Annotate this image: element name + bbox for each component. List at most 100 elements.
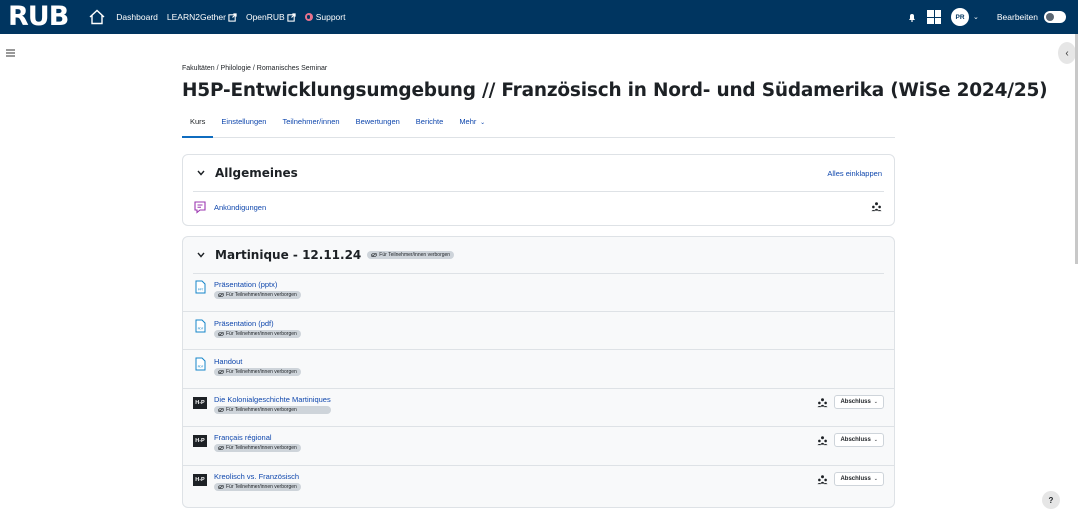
activity-item: H-P Kreolisch vs. Französisch Für Teilne…	[193, 472, 884, 491]
group-mode-icon[interactable]	[817, 474, 828, 485]
activity-item: PPT Präsentation (pptx) Für Teilnehmer/i…	[193, 280, 884, 299]
eye-slash-icon	[218, 293, 224, 297]
activity-divider	[183, 426, 894, 427]
user-avatar[interactable]: PR	[951, 8, 969, 26]
chevron-down-icon: ⌄	[873, 399, 878, 405]
collapse-all-link[interactable]: Alles einklappen	[827, 169, 882, 178]
eye-slash-icon	[218, 370, 224, 374]
completion-dropdown[interactable]: Abschluss ⌄	[834, 395, 884, 409]
home-icon[interactable]	[88, 8, 106, 26]
h5p-icon: H-P	[193, 435, 207, 447]
nav-openrub[interactable]: OpenRUB	[246, 12, 296, 22]
primary-navigation: Dashboard LEARN2Gether OpenRUB Support	[116, 12, 354, 22]
section-title[interactable]: Allgemeines	[215, 166, 298, 180]
eye-slash-icon	[218, 408, 224, 412]
hidden-badge: Für Teilnehmer/innen verborgen	[214, 291, 301, 299]
hidden-badge: Für Teilnehmer/innen verborgen	[367, 251, 455, 259]
activity-name[interactable]: Kreolisch vs. Französisch	[214, 472, 301, 481]
section-header: Martinique - 12.11.24 Für Teilnehmer/inn…	[193, 237, 455, 273]
tab-teilnehmer[interactable]: Teilnehmer/innen	[274, 112, 347, 138]
activity-body: Die Kolonialgeschichte Martiniques Für T…	[214, 395, 331, 414]
tab-berichte[interactable]: Berichte	[408, 112, 452, 138]
section-collapse-toggle[interactable]	[193, 247, 209, 263]
h5p-icon: H-P	[193, 397, 207, 409]
pptx-file-icon: PPT	[195, 280, 206, 294]
apps-grid-icon[interactable]	[927, 10, 941, 24]
pdf-file-icon: PDF	[195, 319, 206, 333]
chevron-down-icon[interactable]: ⌄	[973, 13, 979, 21]
activity-body: Français régional Für Teilnehmer/innen v…	[214, 433, 301, 452]
tab-mehr[interactable]: Mehr ⌄	[451, 112, 493, 138]
chevron-down-icon: ⌄	[873, 476, 878, 482]
h5p-icon: H-P	[193, 474, 207, 486]
section-title[interactable]: Martinique - 12.11.24	[215, 248, 361, 262]
activity-name[interactable]: Die Kolonialgeschichte Martiniques	[214, 395, 331, 404]
page-title: H5P-Entwicklungsumgebung // Französisch …	[182, 80, 1048, 101]
course-section-allgemeines: Allgemeines Alles einklappen Ankündigung…	[182, 154, 895, 226]
activity-name[interactable]: Präsentation (pdf)	[214, 319, 301, 328]
site-logo[interactable]: RUB	[8, 0, 69, 34]
section-divider	[193, 191, 884, 192]
nav-learn2gether[interactable]: LEARN2Gether	[167, 12, 237, 22]
hidden-badge: Für Teilnehmer/innen verborgen	[214, 406, 331, 414]
section-collapse-toggle[interactable]	[193, 165, 209, 181]
breadcrumb-item[interactable]: Fakultäten	[182, 65, 215, 72]
activity-divider	[183, 388, 894, 389]
svg-text:PDF: PDF	[198, 327, 204, 331]
activity-actions	[871, 201, 882, 212]
section-divider	[193, 273, 884, 274]
activity-name[interactable]: Präsentation (pptx)	[214, 280, 301, 289]
hidden-badge: Für Teilnehmer/innen verborgen	[214, 483, 301, 491]
course-section-martinique: Martinique - 12.11.24 Für Teilnehmer/inn…	[182, 236, 895, 508]
activity-item: Ankündigungen	[193, 200, 884, 214]
activity-body: Präsentation (pdf) Für Teilnehmer/innen …	[214, 319, 301, 338]
completion-dropdown[interactable]: Abschluss ⌄	[834, 472, 884, 486]
activity-name[interactable]: Ankündigungen	[214, 203, 266, 212]
section-header: Allgemeines	[193, 155, 298, 191]
hidden-badge: Für Teilnehmer/innen verborgen	[214, 368, 301, 376]
block-drawer-toggle[interactable]: ‹	[1058, 42, 1076, 64]
chevron-down-icon: ⌄	[873, 437, 878, 443]
breadcrumb-item[interactable]: Philologie	[221, 65, 251, 72]
tab-kurs[interactable]: Kurs	[182, 112, 214, 138]
svg-text:PPT: PPT	[198, 288, 204, 292]
chevron-down-icon	[197, 252, 205, 258]
activity-actions: Abschluss ⌄	[817, 433, 884, 447]
tab-einstellungen[interactable]: Einstellungen	[213, 112, 274, 138]
hidden-badge: Für Teilnehmer/innen verborgen	[214, 330, 301, 338]
group-mode-icon[interactable]	[817, 435, 828, 446]
tab-bewertungen[interactable]: Bewertungen	[348, 112, 408, 138]
eye-slash-icon	[218, 332, 224, 336]
help-button[interactable]: ?	[1042, 491, 1060, 509]
activity-item: PDF Präsentation (pdf) Für Teilnehmer/in…	[193, 319, 884, 338]
svg-text:PDF: PDF	[198, 365, 204, 369]
lifebuoy-icon	[304, 13, 313, 21]
bell-icon[interactable]	[907, 12, 917, 22]
group-mode-icon[interactable]	[871, 201, 882, 212]
edit-mode-label: Bearbeiten	[996, 12, 1038, 22]
activity-actions: Abschluss ⌄	[817, 472, 884, 486]
completion-dropdown[interactable]: Abschluss ⌄	[834, 433, 884, 447]
edit-mode-toggle[interactable]	[1044, 11, 1066, 23]
activity-divider	[183, 311, 894, 312]
nav-dashboard[interactable]: Dashboard	[116, 12, 158, 22]
eye-slash-icon	[218, 446, 224, 450]
nav-support[interactable]: Support	[304, 12, 345, 22]
breadcrumb-item[interactable]: Romanisches Seminar	[257, 65, 327, 72]
chevron-left-icon: ‹	[1065, 47, 1069, 59]
activity-body: Handout Für Teilnehmer/innen verborgen	[214, 357, 301, 376]
activity-name[interactable]: Français régional	[214, 433, 301, 442]
hidden-badge: Für Teilnehmer/innen verborgen	[214, 444, 301, 452]
activity-item: H-P Français régional Für Teilnehmer/inn…	[193, 433, 884, 452]
course-index-toggle[interactable]	[0, 42, 20, 64]
external-link-icon	[228, 12, 237, 22]
breadcrumb: Fakultäten / Philologie / Romanisches Se…	[182, 65, 327, 72]
breadcrumb-separator: /	[216, 65, 219, 72]
activity-name[interactable]: Handout	[214, 357, 301, 366]
activity-item: PDF Handout Für Teilnehmer/innen verborg…	[193, 357, 884, 376]
pdf-file-icon: PDF	[195, 357, 206, 371]
breadcrumb-separator: /	[252, 65, 255, 72]
group-mode-icon[interactable]	[817, 397, 828, 408]
chevron-down-icon	[197, 170, 205, 176]
activity-divider	[183, 465, 894, 466]
